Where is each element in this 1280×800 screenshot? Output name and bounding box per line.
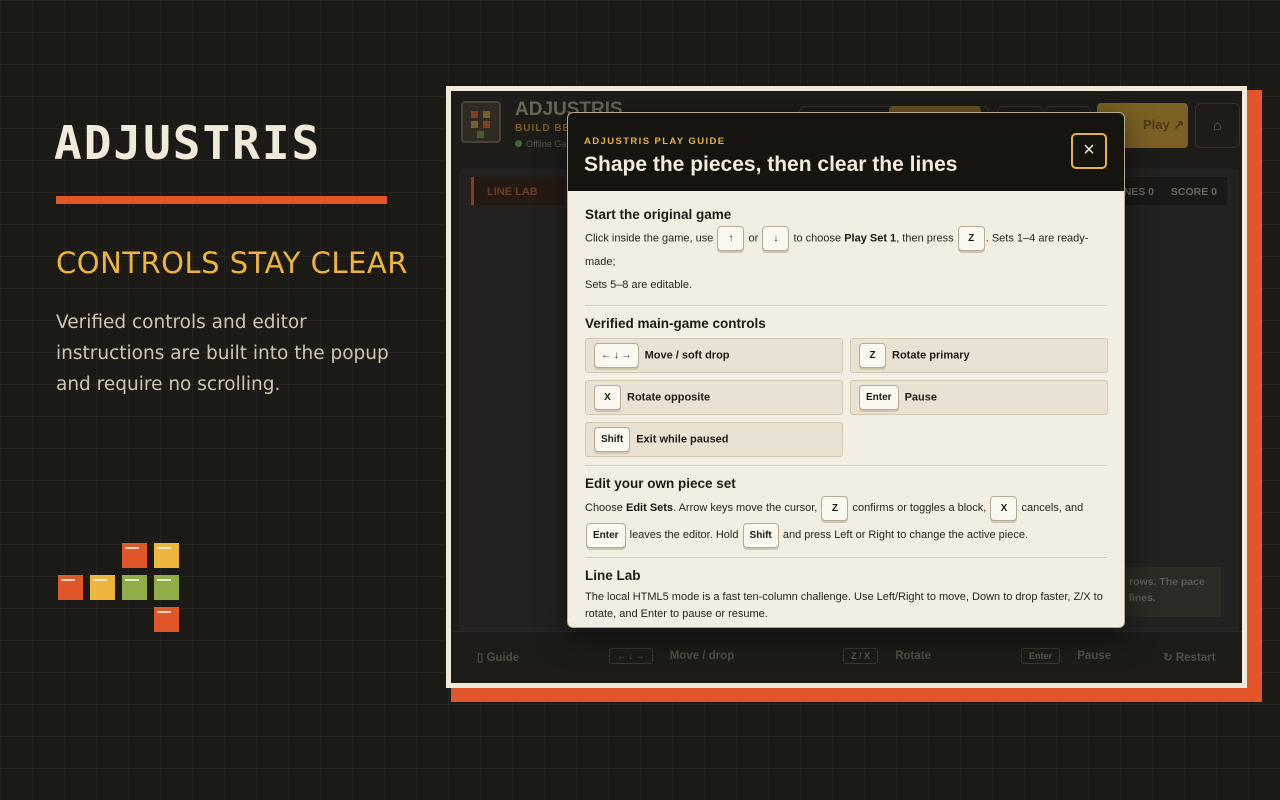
edit-sets-label: Edit Sets bbox=[625, 502, 674, 514]
control-key: Z bbox=[859, 343, 886, 368]
play-set-label: Play Set 1 bbox=[844, 232, 897, 245]
linelab-heading: Line Lab bbox=[585, 568, 641, 583]
play-guide-modal: ADJUSTRIS PLAY GUIDE Shape the pieces, t… bbox=[567, 112, 1125, 628]
text-fragment: or bbox=[748, 232, 759, 245]
control-item: Enter Pause bbox=[850, 380, 1108, 415]
blurb-text: Verified controls and editor instruction… bbox=[56, 312, 389, 395]
section-divider bbox=[585, 305, 1107, 306]
text-fragment: Sets 5–8 are editable. bbox=[585, 279, 693, 291]
restart-icon: ↻ bbox=[1163, 652, 1176, 664]
control-label: Pause bbox=[904, 391, 937, 404]
block-tile bbox=[154, 575, 179, 600]
info-note: rows. The pace lines. bbox=[1121, 567, 1221, 617]
modal-eyebrow: ADJUSTRIS PLAY GUIDE bbox=[584, 136, 726, 147]
section-divider bbox=[585, 557, 1107, 558]
rotate-hint-label: Rotate bbox=[895, 650, 931, 662]
pause-hint-label: Pause bbox=[1077, 650, 1112, 662]
block-tile bbox=[90, 575, 115, 600]
guide-button[interactable]: ▯ Guide bbox=[477, 650, 519, 664]
down-key: ↓ bbox=[762, 226, 790, 251]
move-keys: ← ↓ → bbox=[609, 648, 653, 664]
move-hint: ← ↓ → Move / drop bbox=[609, 648, 735, 664]
text-fragment: cancels, and bbox=[1021, 502, 1084, 514]
control-label: Move / soft drop bbox=[644, 349, 730, 362]
control-label: Rotate opposite bbox=[627, 391, 711, 404]
edit-text: Choose Edit Sets. Arrow keys move the cu… bbox=[585, 495, 1107, 549]
pause-key: Enter bbox=[1021, 648, 1061, 664]
block-tile bbox=[122, 543, 147, 568]
text-fragment: and press Left or Right to change the ac… bbox=[782, 529, 1029, 541]
control-key: X bbox=[594, 385, 621, 410]
app-logo-icon bbox=[461, 101, 501, 143]
rotate-hint: Z / X Rotate bbox=[843, 648, 931, 664]
control-label: Rotate primary bbox=[892, 349, 970, 362]
text-fragment: , then press bbox=[896, 232, 954, 245]
control-item: Shift Exit while paused bbox=[585, 422, 843, 457]
start-heading: Start the original game bbox=[585, 207, 732, 222]
home-icon[interactable]: ⌂ bbox=[1195, 103, 1240, 148]
move-hint-label: Move / drop bbox=[669, 650, 735, 662]
modal-header: ADJUSTRIS PLAY GUIDE Shape the pieces, t… bbox=[568, 113, 1124, 191]
section-divider bbox=[585, 465, 1107, 466]
brand-divider bbox=[56, 196, 387, 204]
restart-button[interactable]: ↻ Restart bbox=[1163, 650, 1215, 664]
controls-heading: Verified main-game controls bbox=[585, 316, 766, 331]
pause-hint: Enter Pause bbox=[1021, 648, 1112, 664]
shift-key: Shift bbox=[742, 522, 779, 548]
block-tile bbox=[122, 575, 147, 600]
text-fragment: confirms or toggles a block, bbox=[852, 502, 987, 514]
close-button[interactable]: × bbox=[1071, 133, 1107, 169]
rotate-keys: Z / X bbox=[843, 648, 879, 664]
score-stat: SCORE 0 bbox=[1170, 186, 1217, 198]
app-status: Offline Ga bbox=[515, 139, 566, 149]
text-fragment: . Arrow keys move the cursor, bbox=[673, 502, 818, 514]
text-fragment: to choose bbox=[793, 232, 842, 245]
block-tile bbox=[154, 607, 179, 632]
control-item: ← ↓ → Move / soft drop bbox=[585, 338, 843, 373]
up-key: ↑ bbox=[717, 226, 745, 251]
block-tile bbox=[58, 575, 83, 600]
mode-tab[interactable]: LINE LAB bbox=[471, 177, 565, 205]
book-icon: ▯ bbox=[477, 652, 487, 664]
z-key: Z bbox=[957, 226, 985, 251]
text-fragment: Click inside the game, use bbox=[585, 232, 714, 245]
guide-label: Guide bbox=[486, 652, 520, 664]
modal-body: Start the original game Click inside the… bbox=[568, 191, 1124, 623]
info-note-line: lines. bbox=[1129, 592, 1156, 604]
tagline: CONTROLS STAY CLEAR bbox=[56, 246, 408, 280]
info-note-line: rows. The pace bbox=[1129, 576, 1205, 588]
app-footer: ▯ Guide ← ↓ → Move / drop Z / X Rotate E… bbox=[451, 631, 1242, 683]
block-tile bbox=[154, 543, 179, 568]
control-item: X Rotate opposite bbox=[585, 380, 843, 415]
control-label: Exit while paused bbox=[636, 433, 729, 446]
control-key: ← ↓ → bbox=[594, 343, 639, 368]
text-fragment: leaves the editor. Hold bbox=[629, 529, 739, 541]
start-text: Click inside the game, use ↑ or ↓ to cho… bbox=[585, 226, 1107, 297]
restart-label: Restart bbox=[1175, 652, 1216, 664]
x-key: X bbox=[990, 495, 1018, 521]
control-key: Enter bbox=[859, 385, 899, 410]
modal-title: Shape the pieces, then clear the lines bbox=[584, 153, 958, 176]
text-fragment: Choose bbox=[585, 502, 623, 514]
control-item: Z Rotate primary bbox=[850, 338, 1108, 373]
enter-key: Enter bbox=[586, 522, 626, 548]
controls-grid: ← ↓ → Move / soft drop Z Rotate primary XR… bbox=[585, 338, 1108, 457]
z-key: Z bbox=[821, 495, 849, 521]
edit-heading: Edit your own piece set bbox=[585, 476, 736, 491]
brand-title: ADJUSTRIS bbox=[54, 116, 322, 170]
linelab-text: The local HTML5 mode is a fast ten-colum… bbox=[585, 591, 1103, 620]
control-key: Shift bbox=[594, 427, 631, 452]
